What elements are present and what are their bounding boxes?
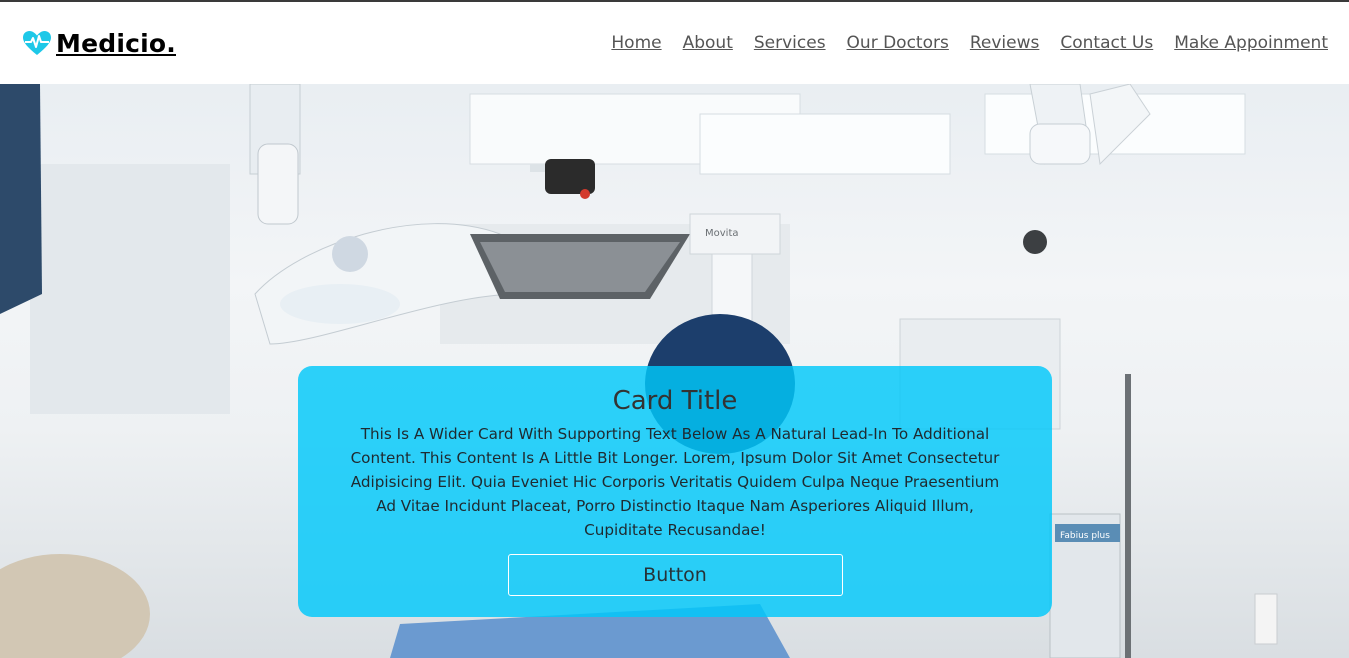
site-header: Medicio. Home About Services Our Doctors… (0, 2, 1349, 84)
nav-contact-us[interactable]: Contact Us (1060, 33, 1153, 53)
nav-home[interactable]: Home (611, 33, 661, 53)
brand-logo[interactable]: Medicio. (22, 29, 176, 58)
brand-name: Medicio. (56, 28, 176, 58)
nav-about[interactable]: About (683, 33, 733, 53)
nav-our-doctors[interactable]: Our Doctors (847, 33, 949, 53)
nav-services[interactable]: Services (754, 33, 826, 53)
main-nav: Home About Services Our Doctors Reviews … (611, 33, 1328, 53)
heart-pulse-icon (22, 30, 52, 56)
nav-make-appointment[interactable]: Make Appoinment (1174, 33, 1328, 53)
card-button[interactable]: Button (507, 554, 843, 596)
equipment-label-fabius: Fabius plus (1060, 531, 1110, 541)
nav-reviews[interactable]: Reviews (970, 33, 1040, 53)
info-card: Card Title This Is A Wider Card With Sup… (298, 366, 1052, 617)
card-title: Card Title (612, 386, 738, 416)
equipment-label-movita: Movita (705, 228, 739, 239)
hero-section: Movita Fabius plus Card Title This Is A … (0, 84, 1349, 658)
card-text: This Is A Wider Card With Supporting Tex… (350, 425, 1000, 539)
